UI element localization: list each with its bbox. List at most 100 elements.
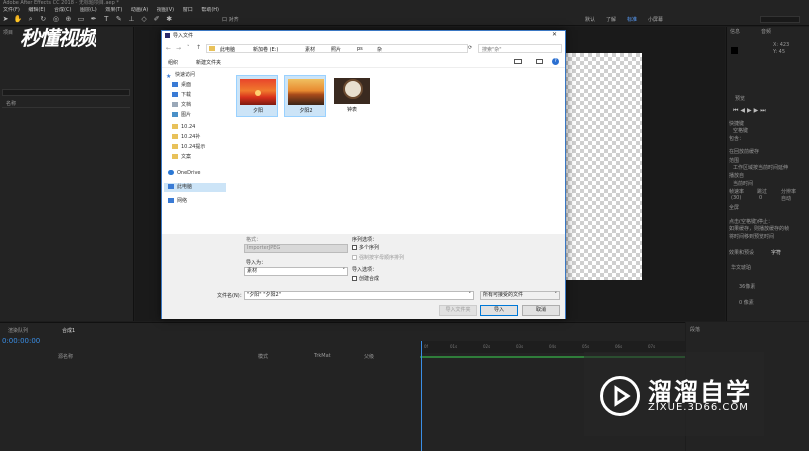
preview-pane-icon[interactable]: [536, 59, 543, 64]
breadcrumb-drive[interactable]: 新加卷 (E:): [253, 46, 278, 53]
watermark-logo: 秒懂视频: [20, 26, 96, 50]
effects-presets-tab[interactable]: 效果和预设: [729, 249, 754, 256]
stamp-tool-icon[interactable]: ⊥: [127, 15, 136, 24]
range-dropdown[interactable]: 工作区域按当前时间延伸: [733, 164, 788, 171]
breadcrumb[interactable]: 此电脑 新加卷 (E:) 素材 照片 ps 杂: [206, 44, 468, 53]
preview-tab[interactable]: 预览: [735, 95, 745, 102]
menu-layer[interactable]: 图层(L): [80, 7, 97, 13]
close-icon[interactable]: ✕: [552, 31, 557, 38]
nav-folder-1024[interactable]: 10.24: [172, 123, 195, 132]
comp-tab[interactable]: 合成1: [62, 327, 75, 334]
fps-dropdown[interactable]: (30): [731, 195, 741, 201]
brush-tool-icon[interactable]: ✎: [114, 15, 123, 24]
render-queue-tab[interactable]: 渲染队列: [8, 327, 28, 334]
workspace-default[interactable]: 默认: [585, 16, 595, 23]
playhead[interactable]: [421, 341, 422, 451]
name-column-header[interactable]: 名称: [6, 100, 16, 107]
refresh-icon[interactable]: ⟳: [468, 45, 472, 51]
audio-tab[interactable]: 音频: [761, 28, 771, 35]
resolution-dropdown[interactable]: 自动: [781, 195, 791, 202]
filename-input[interactable]: "夕阳" "夕阳2" ˅: [244, 291, 474, 300]
skip-dropdown[interactable]: 0: [759, 195, 762, 201]
project-search-input[interactable]: [2, 89, 130, 96]
file-label: 夕阳: [252, 108, 263, 114]
help-icon[interactable]: ?: [552, 58, 559, 65]
nav-folder-copy[interactable]: 文案: [172, 153, 191, 162]
font-dropdown[interactable]: 华文琥珀: [731, 264, 751, 271]
nav-documents[interactable]: 文档: [172, 101, 191, 110]
workspace-standard[interactable]: 标准: [627, 16, 637, 23]
up-arrow-icon[interactable]: ↑: [196, 44, 201, 51]
cancel-button[interactable]: 取消: [522, 305, 560, 316]
playback-controls-icon[interactable]: ⏮◀▶▶⏭: [733, 107, 768, 115]
menu-animation[interactable]: 动画(A): [131, 7, 148, 13]
new-folder-button[interactable]: 新建文件夹: [196, 59, 221, 66]
ruler-tick: 05s: [582, 344, 590, 349]
breadcrumb-za[interactable]: 杂: [377, 46, 382, 53]
filename-value: "夕阳" "夕阳2": [247, 292, 281, 298]
chevron-down-icon: ˅: [342, 268, 346, 274]
import-button[interactable]: 导入: [480, 305, 518, 316]
character-tab[interactable]: 字符: [771, 249, 781, 256]
nav-label: 下载: [181, 92, 192, 98]
back-arrow-icon[interactable]: ←: [166, 45, 171, 52]
import-as-label: 导入为：: [246, 260, 267, 266]
menu-window[interactable]: 窗口: [183, 7, 193, 13]
breadcrumb-this-pc[interactable]: 此电脑: [220, 46, 235, 53]
import-folder-button[interactable]: 导入文件夹: [439, 305, 477, 316]
play-from-dropdown[interactable]: 当前时间: [733, 180, 753, 187]
info-tab[interactable]: 信息: [730, 28, 740, 35]
selection-tool-icon[interactable]: ➤: [1, 15, 10, 24]
nav-desktop[interactable]: 桌面: [172, 81, 191, 90]
paragraph-tab[interactable]: 段落: [690, 326, 700, 333]
menu-effect[interactable]: 效果(T): [105, 7, 122, 13]
snap-checkbox[interactable]: 口 对齐: [222, 16, 239, 23]
play-cached-checkbox[interactable]: 如果缓存，则播放缓存的帧: [729, 225, 789, 232]
menu-file[interactable]: 文件(F): [3, 7, 20, 13]
search-input[interactable]: 搜索"杂": [478, 44, 562, 53]
nav-folder-1024-supp[interactable]: 10.24补: [172, 133, 200, 142]
nav-this-pc[interactable]: 此电脑: [164, 183, 226, 192]
fullscreen-checkbox[interactable]: 全屏: [729, 204, 739, 211]
file-item-sunset[interactable]: 夕阳: [236, 75, 278, 117]
shortcut-value[interactable]: 空格键: [733, 127, 748, 134]
recent-chevron-icon[interactable]: ˅: [187, 45, 190, 51]
help-search-input[interactable]: [760, 16, 800, 23]
eraser-tool-icon[interactable]: ◇: [140, 15, 149, 24]
workspace-learn[interactable]: 了解: [606, 16, 616, 23]
project-tab[interactable]: 项目: [3, 29, 13, 36]
multiple-sequences-checkbox[interactable]: 多个序列: [352, 244, 379, 251]
view-mode-icon[interactable]: [514, 59, 522, 64]
menu-help[interactable]: 帮助(H): [201, 7, 219, 13]
nav-onedrive[interactable]: OneDrive: [168, 169, 201, 178]
nav-quick-access[interactable]: ★ 快速访问: [166, 71, 195, 80]
breadcrumb-sucai[interactable]: 素材: [305, 46, 315, 53]
file-item-sunset2[interactable]: 夕阳2: [284, 75, 326, 117]
file-item-clock[interactable]: 钟表: [331, 75, 373, 117]
breadcrumb-photos[interactable]: 照片: [331, 46, 341, 53]
breadcrumb-ps[interactable]: ps: [357, 46, 363, 52]
import-as-dropdown[interactable]: 素材 ˅: [244, 267, 348, 276]
roto-tool-icon[interactable]: ✐: [152, 15, 161, 24]
move-time-checkbox[interactable]: 将时间移到预览时间: [729, 233, 774, 240]
timecode-display[interactable]: 0:00:00:00: [2, 337, 40, 345]
nav-downloads[interactable]: 下载: [172, 91, 191, 100]
nav-folder-1024-hint[interactable]: 10.24提示: [172, 143, 205, 152]
menu-edit[interactable]: 编辑(E): [28, 7, 45, 13]
cache-before-playback-checkbox[interactable]: 在回放前缓存: [729, 148, 759, 155]
type-tool-icon[interactable]: T: [102, 15, 111, 24]
forward-arrow-icon[interactable]: →: [176, 45, 181, 52]
nav-label: 10.24提示: [181, 144, 206, 150]
organize-menu[interactable]: 组织: [168, 59, 178, 66]
pin-tool-icon[interactable]: ✱: [165, 15, 174, 24]
alpha-sort-checkbox[interactable]: 强制按字母顺序排列: [352, 254, 404, 261]
create-comp-checkbox[interactable]: 创建合成: [352, 275, 379, 282]
nav-pictures[interactable]: 图片: [172, 111, 191, 120]
menu-view[interactable]: 视图(V): [157, 7, 174, 13]
workspace-small[interactable]: 小屏幕: [648, 16, 663, 23]
filetype-dropdown[interactable]: 所有可接受的文件 ˅: [480, 291, 560, 300]
menu-composition[interactable]: 合成(C): [54, 7, 71, 13]
nav-network[interactable]: 网络: [168, 197, 187, 206]
stroke-width-field[interactable]: 0 像素: [739, 299, 754, 306]
font-size-field[interactable]: 36像素: [739, 283, 755, 290]
